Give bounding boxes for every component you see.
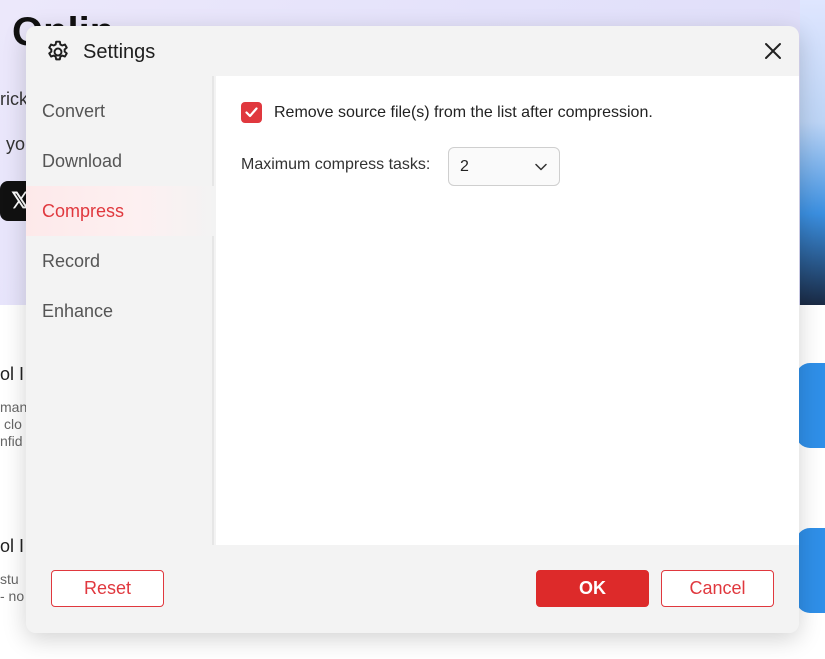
sidebar-item-compress[interactable]: Compress <box>26 186 214 236</box>
sidebar-item-record[interactable]: Record <box>26 236 214 286</box>
background-card <box>796 528 825 613</box>
background-text: stu <box>0 571 19 587</box>
dialog-header: Settings <box>26 26 799 76</box>
dialog-title: Settings <box>83 41 156 63</box>
settings-sidebar: Convert Download Compress Record Enhance <box>26 76 214 545</box>
ok-button[interactable]: OK <box>536 570 649 607</box>
hero-illustration <box>800 0 825 305</box>
gear-icon <box>48 40 68 61</box>
background-text: yo <box>6 134 26 154</box>
sidebar-item-convert[interactable]: Convert <box>26 86 214 136</box>
remove-source-checkbox[interactable] <box>241 102 262 123</box>
background-text: - no <box>0 588 25 604</box>
checkmark-icon <box>245 107 258 118</box>
cancel-button[interactable]: Cancel <box>661 570 774 607</box>
background-section-title: ol I <box>0 536 25 556</box>
sidebar-item-enhance[interactable]: Enhance <box>26 286 214 336</box>
background-text: rick <box>0 89 28 109</box>
sidebar-item-download[interactable]: Download <box>26 136 214 186</box>
close-icon[interactable] <box>764 42 782 60</box>
background-text: clo <box>4 416 22 432</box>
select-value: 2 <box>460 157 469 175</box>
background-text: nfid <box>0 433 23 449</box>
background-card <box>796 363 825 448</box>
settings-dialog: Settings Convert Download Compress Recor… <box>26 26 799 633</box>
max-compress-tasks-label: Maximum compress tasks: <box>241 156 431 173</box>
background-text: man <box>0 399 28 415</box>
reset-button[interactable]: Reset <box>51 570 164 607</box>
chevron-down-icon <box>535 163 547 171</box>
background-section-title: ol I <box>0 364 25 384</box>
max-compress-tasks-select[interactable]: 2 <box>448 147 560 186</box>
compress-settings-panel: Remove source file(s) from the list afte… <box>216 76 799 545</box>
remove-source-label: Remove source file(s) from the list afte… <box>274 104 653 121</box>
dialog-footer: Reset OK Cancel <box>26 545 799 633</box>
